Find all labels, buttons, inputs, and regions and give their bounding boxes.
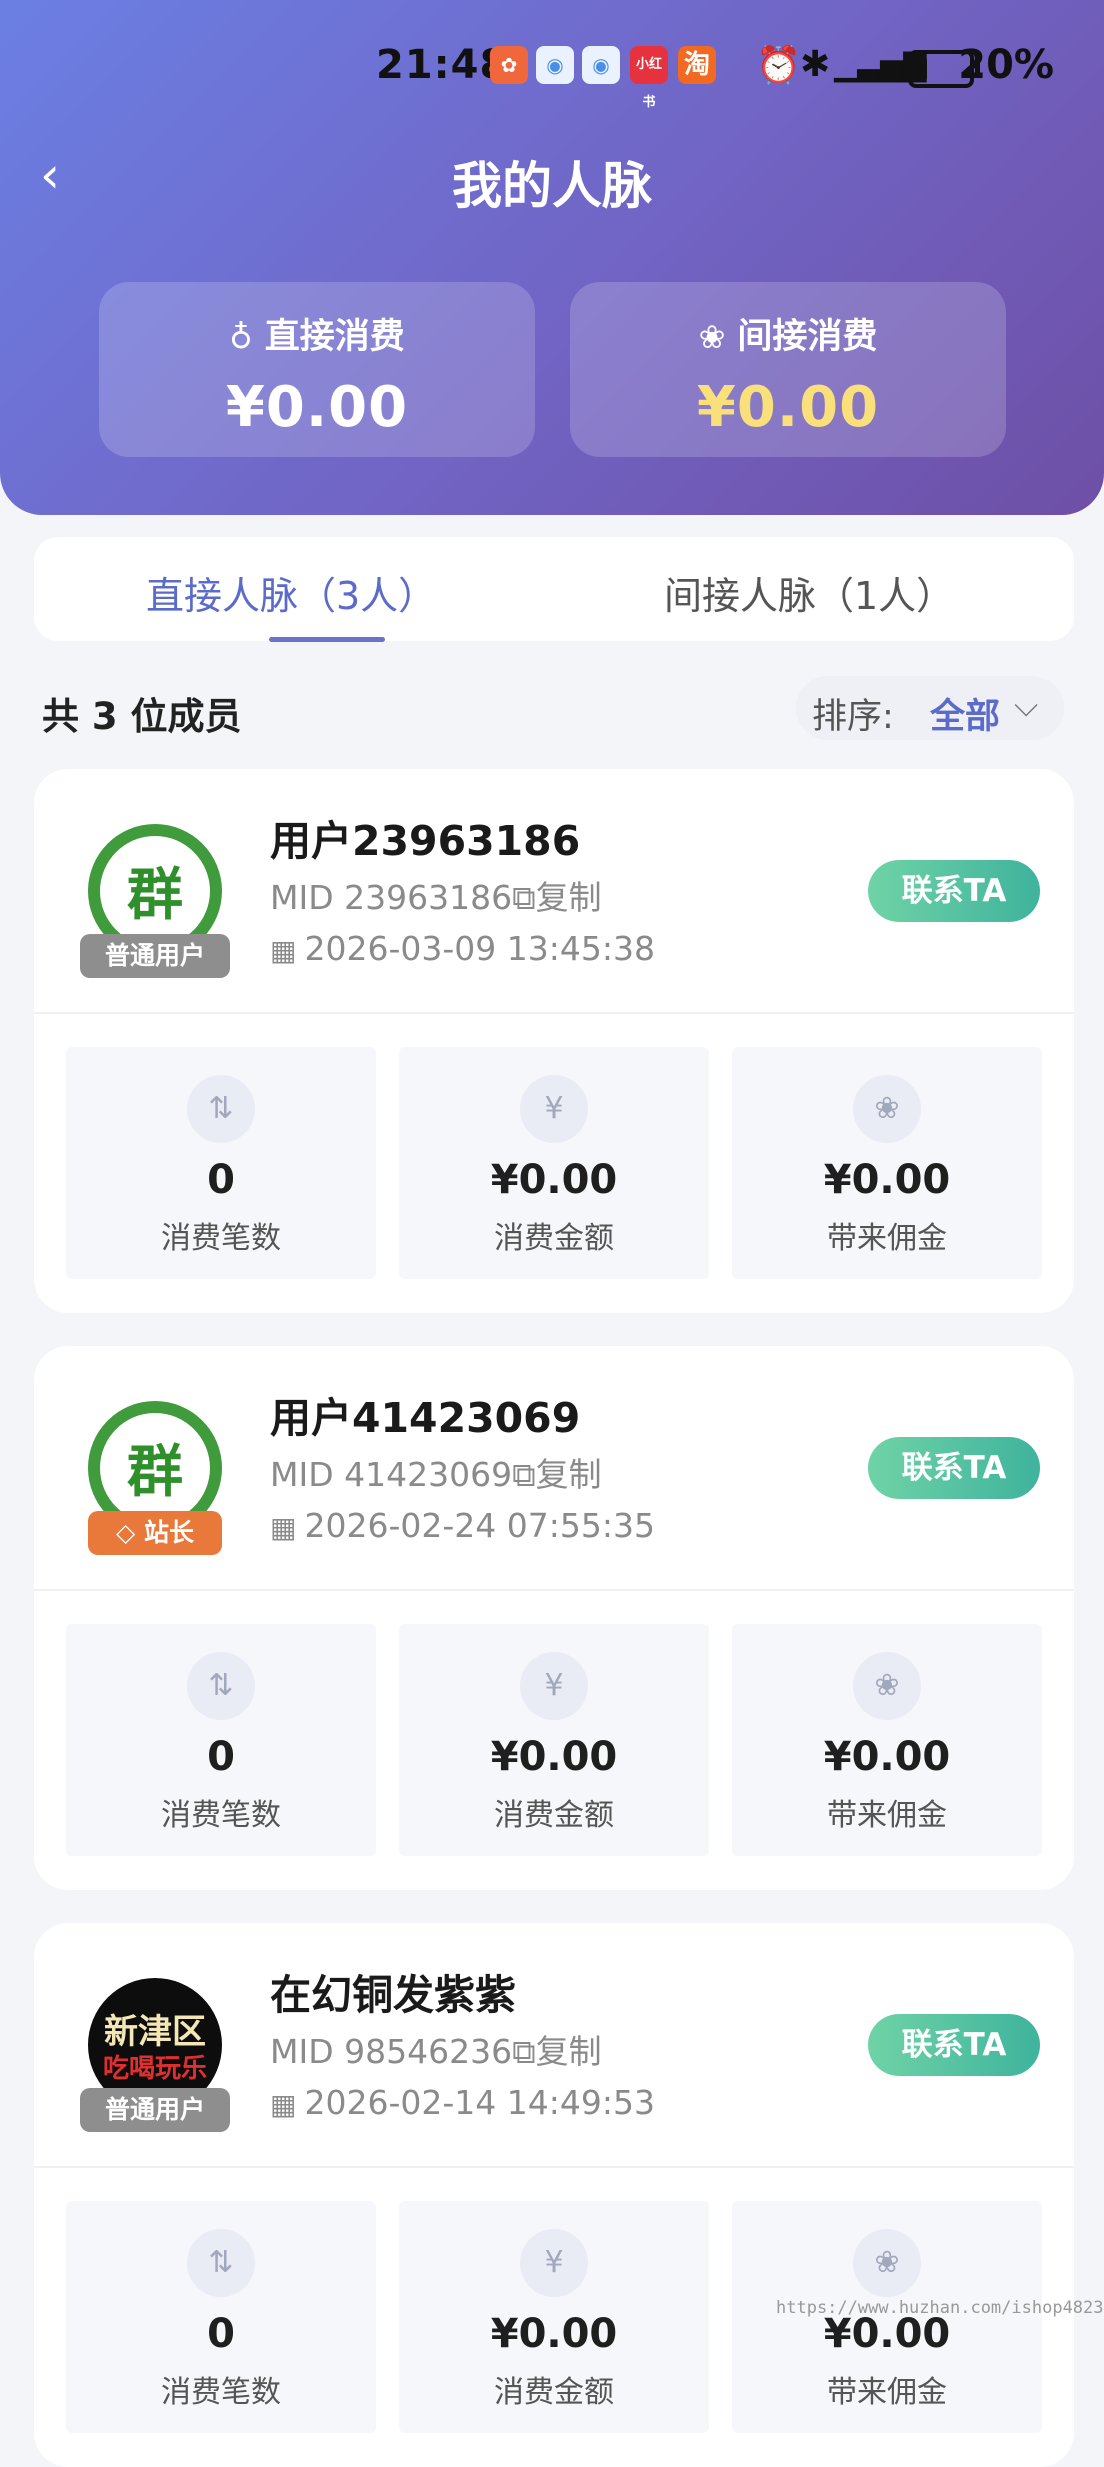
metric-value: 0 (207, 1734, 235, 1780)
metric-value: ¥0.00 (490, 1734, 618, 1780)
flower-icon: ❀ (698, 318, 726, 356)
copy-button[interactable]: ⧉复制 (512, 1455, 602, 1494)
metric-spend-amount: ¥ ¥0.00 消费金额 (399, 2201, 709, 2433)
sort-value: 全部 (930, 697, 1001, 737)
sort-arrows-icon: ⇅ (187, 2229, 255, 2297)
avatar-text: 新津区 (104, 2012, 206, 2052)
direct-consumption-value: ¥0.00 (225, 375, 409, 440)
cloud-app-icon: ◉ (536, 46, 574, 84)
metric-value: 0 (207, 1157, 235, 1203)
battery-level: 20% (958, 42, 1054, 88)
copy-button[interactable]: ⧉复制 (512, 878, 602, 917)
money-bag-icon: ¥ (520, 2229, 588, 2297)
copy-icon: ⧉ (512, 878, 536, 917)
calendar-icon: ▦ (270, 934, 297, 967)
join-date: 2026-02-14 14:49:53 (304, 2083, 655, 2122)
diamond-icon: ◇ (116, 1518, 144, 1547)
alarm-icon: ⏰ (756, 45, 801, 86)
metric-label: 带来佣金 (827, 1221, 947, 1256)
role-badge: 普通用户 (80, 2088, 230, 2132)
flower-icon: ❀ (853, 1075, 921, 1143)
calendar-icon: ▦ (270, 2088, 297, 2121)
metric-label: 带来佣金 (827, 1798, 947, 1833)
avatar-text: 群 (127, 863, 183, 928)
metric-value: ¥0.00 (823, 1734, 951, 1780)
indirect-consumption-card: ❀ 间接消费 ¥0.00 (570, 282, 1006, 457)
copy-icon: ⧉ (512, 2032, 536, 2071)
status-bar: 21:48 ✿ ◉ ◉ 小红书 淘 ⏰ ✱ ▁▃▅▇ 20% (0, 38, 1104, 110)
watermark: https://www.huzhan.com/ishop48231 (776, 2298, 1104, 2318)
cloud-app-icon: ◉ (582, 46, 620, 84)
xiaohongshu-icon: 小红书 (630, 46, 668, 110)
metric-label: 消费金额 (494, 2375, 614, 2410)
metric-value: ¥0.00 (823, 1157, 951, 1203)
sort-arrows-icon: ⇅ (187, 1652, 255, 1720)
avatar-subtext: 吃喝玩乐 (102, 2054, 207, 2084)
sort-dropdown[interactable]: 排序: 全部 ⌵ (796, 676, 1064, 740)
indirect-consumption-value: ¥0.00 (696, 375, 880, 440)
sort-arrows-icon: ⇅ (187, 1075, 255, 1143)
metric-value: ¥0.00 (490, 1157, 618, 1203)
member-name: 用户23963186 (270, 817, 581, 865)
app-icon: ✿ (490, 46, 528, 84)
flower-icon: ❀ (853, 2229, 921, 2297)
metric-label: 消费金额 (494, 1221, 614, 1256)
join-date: 2026-03-09 13:45:38 (304, 929, 655, 968)
member-card: 群 普通用户 用户23963186 MID 23963186⧉复制 ▦ 2026-… (34, 769, 1074, 1313)
calendar-icon: ▦ (270, 1511, 297, 1544)
member-mid: MID 41423069 (270, 1455, 513, 1494)
avatar-text: 群 (127, 1440, 183, 1505)
metric-label: 消费笔数 (161, 2375, 281, 2410)
active-tab-indicator (269, 637, 385, 642)
metric-value: 0 (207, 2311, 235, 2357)
member-mid: MID 23963186 (270, 878, 513, 917)
metric-label: 消费笔数 (161, 1798, 281, 1833)
bluetooth-icon: ✱ (800, 44, 831, 85)
money-bag-icon: ¥ (520, 1075, 588, 1143)
tab-direct[interactable]: 直接人脉（3人） (146, 565, 436, 620)
metric-commission: ❀ ¥0.00 带来佣金 (732, 1047, 1042, 1279)
member-count: 共 3 位成员 (42, 695, 242, 738)
member-name: 在幻铜发紫紫 (270, 1971, 516, 2019)
role-badge: 普通用户 (80, 934, 230, 978)
member-card: 新津区 吃喝玩乐 普通用户 在幻铜发紫紫 MID 98546236⧉复制 ▦ 20… (34, 1923, 1074, 2467)
sort-label: 排序: (812, 697, 894, 737)
metric-label: 消费金额 (494, 1798, 614, 1833)
metric-label: 消费笔数 (161, 1221, 281, 1256)
money-bag-icon: ¥ (520, 1652, 588, 1720)
metric-commission: ❀ ¥0.00 带来佣金 (732, 1624, 1042, 1856)
direct-consumption-label: 直接消费 (264, 317, 405, 357)
contact-button[interactable]: 联系TA (868, 860, 1040, 922)
divider (34, 2166, 1074, 2168)
page-title: 我的人脉 (452, 157, 652, 215)
copy-icon: ⧉ (512, 1455, 536, 1494)
copy-button[interactable]: ⧉复制 (512, 2032, 602, 2071)
metric-value: ¥0.00 (490, 2311, 618, 2357)
chevron-down-icon: ⌵ (1014, 686, 1039, 724)
metric-spend-amount: ¥ ¥0.00 消费金额 (399, 1047, 709, 1279)
metric-order-count: ⇅ 0 消费笔数 (66, 1624, 376, 1856)
member-card: 群 ◇ 站长 用户41423069 MID 41423069⧉复制 ▦ 2026-… (34, 1346, 1074, 1890)
metric-order-count: ⇅ 0 消费笔数 (66, 2201, 376, 2433)
indirect-consumption-label: 间接消费 (737, 317, 878, 357)
money-bag-icon: ♁ (229, 318, 253, 356)
member-mid: MID 98546236 (270, 2032, 513, 2071)
metric-label: 带来佣金 (827, 2375, 947, 2410)
metric-order-count: ⇅ 0 消费笔数 (66, 1047, 376, 1279)
role-badge: ◇ 站长 (88, 1511, 222, 1555)
contact-button[interactable]: 联系TA (868, 2014, 1040, 2076)
divider (34, 1589, 1074, 1591)
join-date: 2026-02-24 07:55:35 (304, 1506, 655, 1545)
tab-indirect[interactable]: 间接人脉（1人） (664, 565, 954, 620)
direct-consumption-card: ♁ 直接消费 ¥0.00 (99, 282, 535, 457)
divider (34, 1012, 1074, 1014)
flower-icon: ❀ (853, 1652, 921, 1720)
metric-spend-amount: ¥ ¥0.00 消费金额 (399, 1624, 709, 1856)
header: 21:48 ✿ ◉ ◉ 小红书 淘 ⏰ ✱ ▁▃▅▇ 20% ‹ 我的人脉 ♁ 直… (0, 0, 1104, 515)
contact-button[interactable]: 联系TA (868, 1437, 1040, 1499)
member-name: 用户41423069 (270, 1394, 581, 1442)
status-time: 21:48 (376, 42, 509, 88)
taobao-icon: 淘 (678, 46, 716, 84)
network-tabs: 直接人脉（3人） 间接人脉（1人） (34, 537, 1074, 642)
